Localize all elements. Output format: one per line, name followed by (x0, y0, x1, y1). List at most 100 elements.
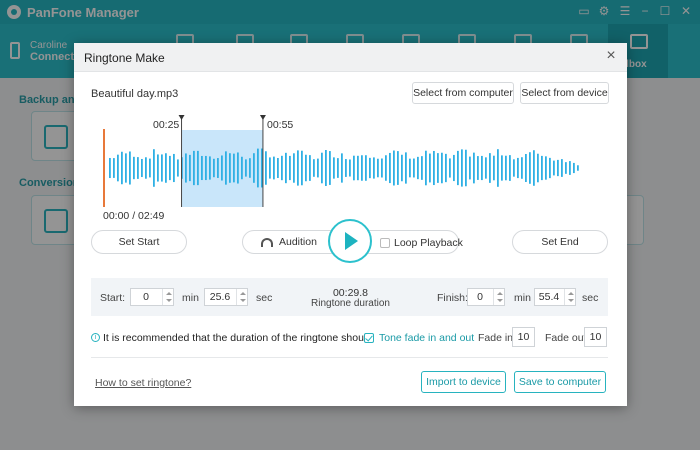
down-arrow-icon[interactable] (568, 299, 574, 302)
waveform-bar (565, 162, 567, 174)
waveform-bar (385, 155, 387, 181)
waveform-bar (489, 153, 491, 183)
waveform-bar (297, 150, 299, 186)
finish-sec-stepper[interactable]: 55.4 (534, 288, 576, 306)
set-start-button[interactable]: Set Start (91, 230, 187, 254)
finish-min-stepper[interactable]: 0 (467, 288, 505, 306)
save-to-computer-button[interactable]: Save to computer (514, 371, 606, 393)
waveform-bar (457, 150, 459, 186)
dialog-header: Ringtone Make × (74, 43, 627, 72)
waveform-bar (269, 157, 271, 179)
waveform-bar (517, 157, 519, 179)
waveform-bar (193, 150, 195, 186)
fade-out-label: Fade out (545, 332, 587, 344)
waveform-bar (197, 150, 199, 186)
waveform-bar (405, 152, 407, 184)
waveform-bar (473, 152, 475, 184)
waveform-bar (401, 154, 403, 182)
loop-playback-label[interactable]: Loop Playback (394, 237, 463, 249)
waveform-bar (413, 158, 415, 178)
finish-sec-arrows[interactable] (564, 289, 575, 305)
waveform-bar (501, 155, 503, 181)
waveform-bar (509, 155, 511, 181)
waveform-bar (377, 158, 379, 178)
waveform-bar (289, 155, 291, 181)
waveform-bar (449, 158, 451, 178)
waveform-bar (549, 157, 551, 179)
play-button[interactable] (328, 219, 372, 263)
waveform-bar (525, 154, 527, 182)
waveform-bar (201, 155, 203, 181)
select-from-computer-button[interactable]: Select from computer (412, 82, 514, 104)
headphones-icon[interactable] (261, 238, 273, 247)
up-arrow-icon[interactable] (497, 292, 503, 295)
waveform-bar (573, 162, 575, 174)
waveform-bar (481, 155, 483, 181)
ringtone-make-dialog: Ringtone Make × Beautiful day.mp3 Select… (74, 43, 627, 406)
waveform-bar (257, 148, 259, 188)
waveform-bar (233, 153, 235, 183)
waveform-bar (461, 149, 463, 187)
waveform-bar (361, 155, 363, 181)
waveform-bar (121, 151, 123, 185)
fade-in-label: Fade in (478, 332, 514, 344)
finish-sec-unit: sec (582, 292, 599, 304)
waveform[interactable] (74, 113, 627, 223)
waveform-bar (169, 155, 171, 181)
up-arrow-icon[interactable] (568, 292, 574, 295)
info-icon: i (91, 333, 100, 342)
select-from-device-button[interactable]: Select from device (520, 82, 609, 104)
waveform-bar (337, 158, 339, 178)
waveform-bar (133, 156, 135, 180)
waveform-bar (521, 157, 523, 179)
waveform-bar (497, 149, 499, 187)
end-handle-marker[interactable] (259, 115, 266, 120)
waveform-bar (537, 153, 539, 183)
playhead[interactable] (103, 129, 105, 207)
down-arrow-icon[interactable] (497, 299, 503, 302)
close-icon[interactable]: × (603, 48, 619, 64)
dialog-title: Ringtone Make (84, 51, 165, 65)
waveform-bar (541, 155, 543, 181)
waveform-bar (241, 156, 243, 180)
waveform-bar (205, 155, 207, 181)
import-to-device-button[interactable]: Import to device (421, 371, 506, 393)
waveform-bars (109, 148, 579, 188)
start-handle-marker[interactable] (178, 115, 185, 120)
tone-fade-checkbox[interactable] (364, 333, 374, 343)
waveform-bar (189, 154, 191, 182)
divider (91, 357, 608, 358)
waveform-bar (213, 158, 215, 178)
waveform-bar (117, 154, 119, 182)
finish-min-arrows[interactable] (493, 289, 504, 305)
fade-in-input[interactable]: 10 (512, 327, 535, 347)
set-end-button[interactable]: Set End (512, 230, 608, 254)
waveform-bar (237, 152, 239, 184)
waveform-bar (357, 155, 359, 181)
waveform-bar (313, 159, 315, 177)
finish-min-unit: min (514, 292, 531, 304)
how-to-set-ringtone-link[interactable]: How to set ringtone? (95, 377, 191, 389)
waveform-bar (421, 156, 423, 180)
waveform-bar (137, 157, 139, 179)
waveform-bar (533, 150, 535, 186)
finish-min-value: 0 (477, 291, 483, 303)
waveform-bar (465, 149, 467, 187)
loop-playback-checkbox[interactable] (380, 238, 390, 248)
file-name: Beautiful day.mp3 (91, 88, 179, 100)
waveform-bar (113, 158, 115, 178)
waveform-bar (265, 151, 267, 185)
fade-out-input[interactable]: 10 (584, 327, 607, 347)
waveform-bar (341, 153, 343, 183)
play-icon (345, 232, 358, 250)
waveform-bar (217, 158, 219, 178)
waveform-bar (441, 152, 443, 184)
tone-fade-label[interactable]: Tone fade in and out (379, 332, 474, 344)
audition-button[interactable]: Audition (279, 236, 317, 248)
waveform-bar (553, 160, 555, 176)
waveform-bar (153, 149, 155, 187)
waveform-bar (165, 153, 167, 183)
waveform-bar (321, 152, 323, 184)
waveform-bar (129, 151, 131, 185)
waveform-bar (453, 154, 455, 182)
